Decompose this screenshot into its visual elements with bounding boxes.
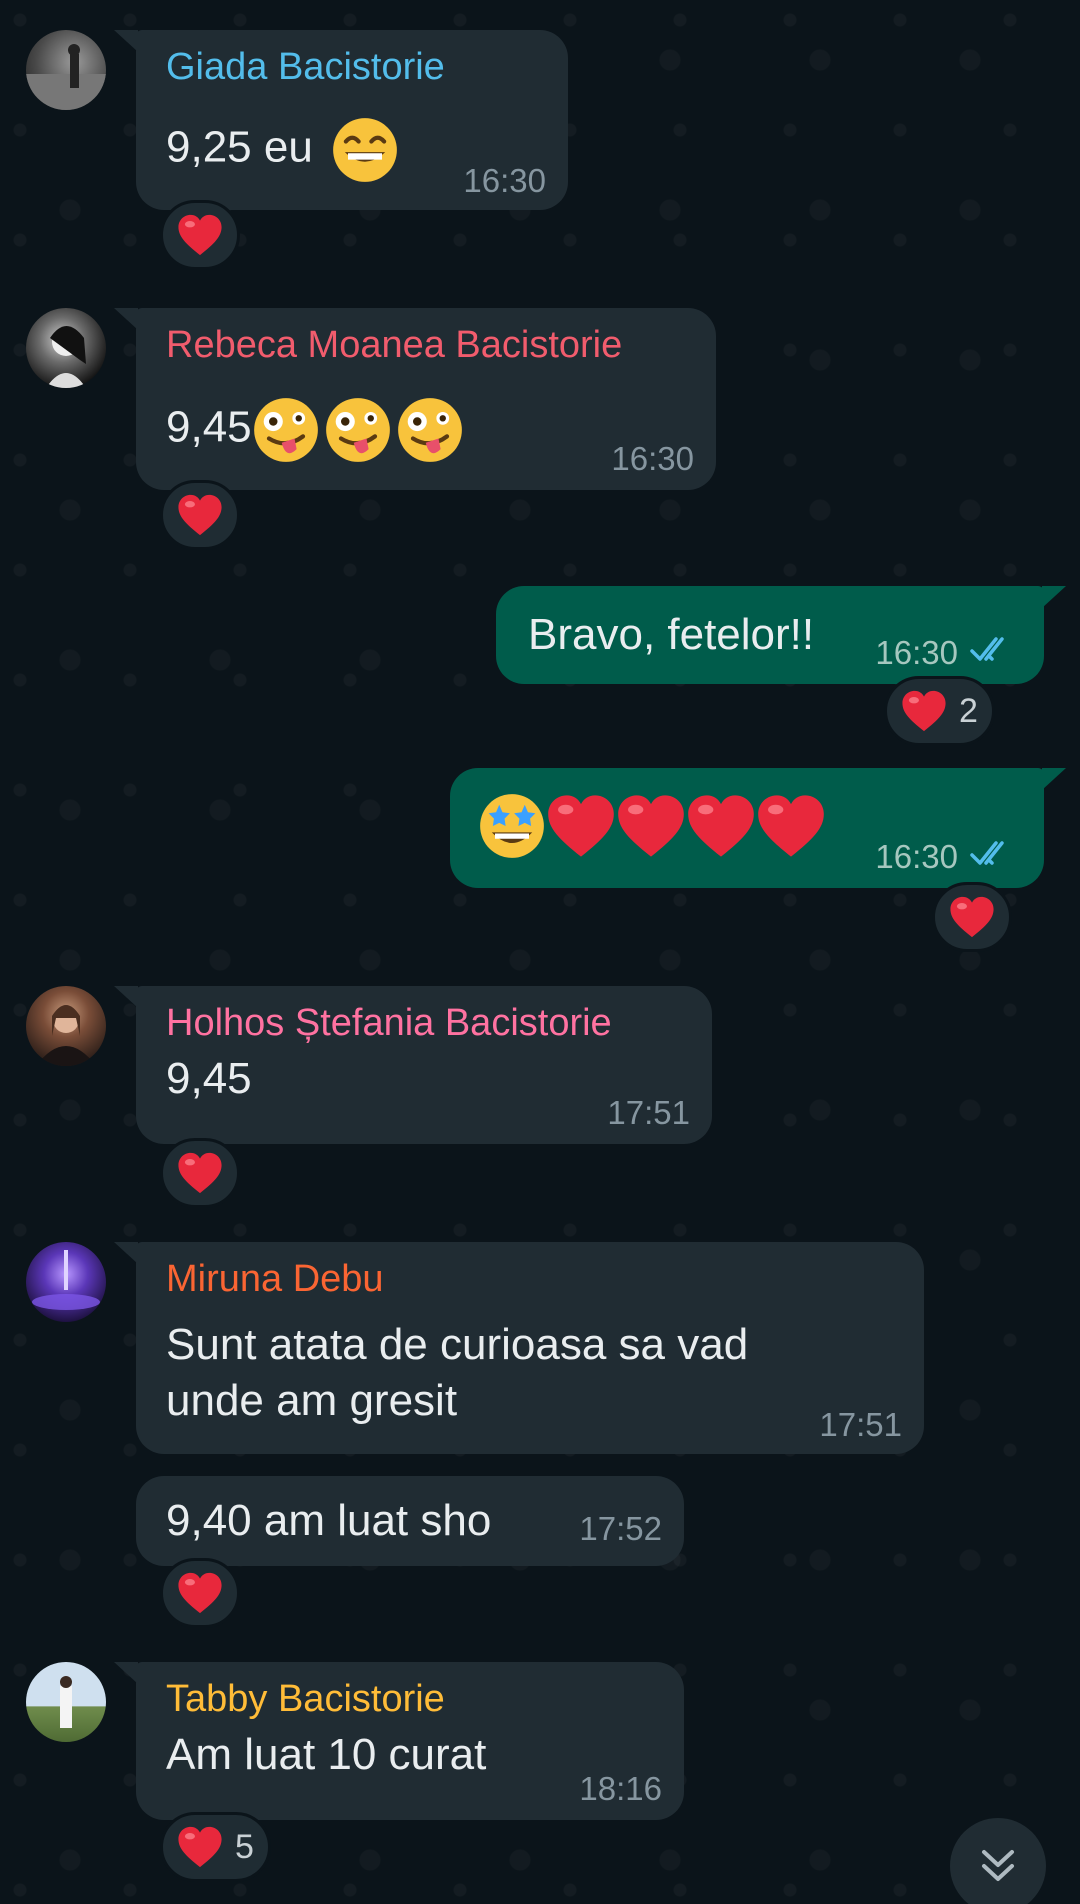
message-text: 9,45 <box>166 396 464 464</box>
avatar-giada[interactable] <box>26 30 106 110</box>
outgoing-message-bubble[interactable]: Bravo, fetelor!! 16:30 <box>496 586 1066 684</box>
reaction-badge[interactable] <box>160 1558 240 1628</box>
message-bubble[interactable]: 9,40 am luat sho 17:52 <box>136 1476 684 1566</box>
message-text: 9,40 am luat sho <box>166 1496 492 1545</box>
reaction-count: 2 <box>959 691 978 730</box>
reaction-badge[interactable]: 5 <box>160 1812 271 1882</box>
scroll-to-bottom-button[interactable] <box>950 1818 1046 1904</box>
message-time: 18:16 <box>579 1770 662 1807</box>
message-time: 16:30 <box>611 440 694 477</box>
message-bubble[interactable]: Miruna Debu Sunt atata de curioasa sa va… <box>114 1242 924 1454</box>
outgoing-message-bubble[interactable]: 16:30 <box>450 768 1066 888</box>
red-heart-icon <box>901 689 947 733</box>
reaction-badge[interactable] <box>160 480 240 550</box>
star-struck-icon <box>478 792 546 860</box>
avatar-rebeca[interactable] <box>26 308 106 388</box>
red-heart-icon <box>686 793 756 859</box>
zany-face-icon <box>252 396 320 464</box>
message-bubble[interactable]: Rebeca Moanea Bacistorie 9,45 16:30 <box>114 308 716 490</box>
grinning-face-icon <box>331 116 399 184</box>
sender-name: Rebeca Moanea Bacistorie <box>166 324 623 366</box>
message-text: Bravo, fetelor!! <box>528 610 815 659</box>
zany-face-icon <box>396 396 464 464</box>
message-text: 9,45 <box>166 1054 252 1103</box>
red-heart-icon <box>177 1151 223 1195</box>
message-text-line: unde am gresit <box>166 1376 458 1425</box>
message-time: 17:52 <box>579 1510 662 1547</box>
avatar-holhos[interactable] <box>26 986 106 1066</box>
red-heart-icon <box>546 793 616 859</box>
zany-face-icon <box>324 396 392 464</box>
red-heart-icon <box>177 493 223 537</box>
message-time: 16:30 <box>875 838 958 875</box>
red-heart-icon <box>177 213 223 257</box>
sender-name: Giada Bacistorie <box>166 46 445 88</box>
red-heart-icon <box>949 895 995 939</box>
message-text: 9,25 eu <box>166 116 399 184</box>
message-text-line: Sunt atata de curioasa sa vad <box>166 1320 749 1369</box>
double-check-icon <box>970 636 1018 664</box>
sender-name: Miruna Debu <box>166 1258 384 1300</box>
chat-background: Giada Bacistorie 9,25 eu 16:30 Rebeca Mo… <box>0 0 1080 1904</box>
reaction-count: 5 <box>235 1827 254 1866</box>
red-heart-icon <box>756 793 826 859</box>
message-bubble[interactable]: Holhos Ștefania Bacistorie 9,45 17:51 <box>114 986 712 1144</box>
reaction-badge[interactable] <box>160 200 240 270</box>
avatar-miruna[interactable] <box>26 1242 106 1322</box>
red-heart-icon <box>177 1825 223 1869</box>
message-time: 16:30 <box>875 634 958 671</box>
message-text: Am luat 10 curat <box>166 1730 487 1779</box>
message-bubble[interactable]: Giada Bacistorie 9,25 eu 16:30 <box>114 30 568 210</box>
sender-name: Tabby Bacistorie <box>166 1678 445 1720</box>
reaction-badge[interactable]: 2 <box>884 676 995 746</box>
avatar-tabby[interactable] <box>26 1662 106 1742</box>
reaction-badge[interactable] <box>932 882 1012 952</box>
double-chevron-down-icon <box>982 1850 1014 1881</box>
double-check-icon <box>970 840 1018 868</box>
reaction-badge[interactable] <box>160 1138 240 1208</box>
message-time: 16:30 <box>463 162 546 199</box>
sender-name: Holhos Ștefania Bacistorie <box>166 1002 612 1044</box>
message-text <box>478 792 826 860</box>
message-time: 17:51 <box>607 1094 690 1131</box>
red-heart-icon <box>616 793 686 859</box>
message-time: 17:51 <box>819 1406 902 1443</box>
message-bubble[interactable]: Tabby Bacistorie Am luat 10 curat 18:16 <box>114 1662 684 1820</box>
red-heart-icon <box>177 1571 223 1615</box>
